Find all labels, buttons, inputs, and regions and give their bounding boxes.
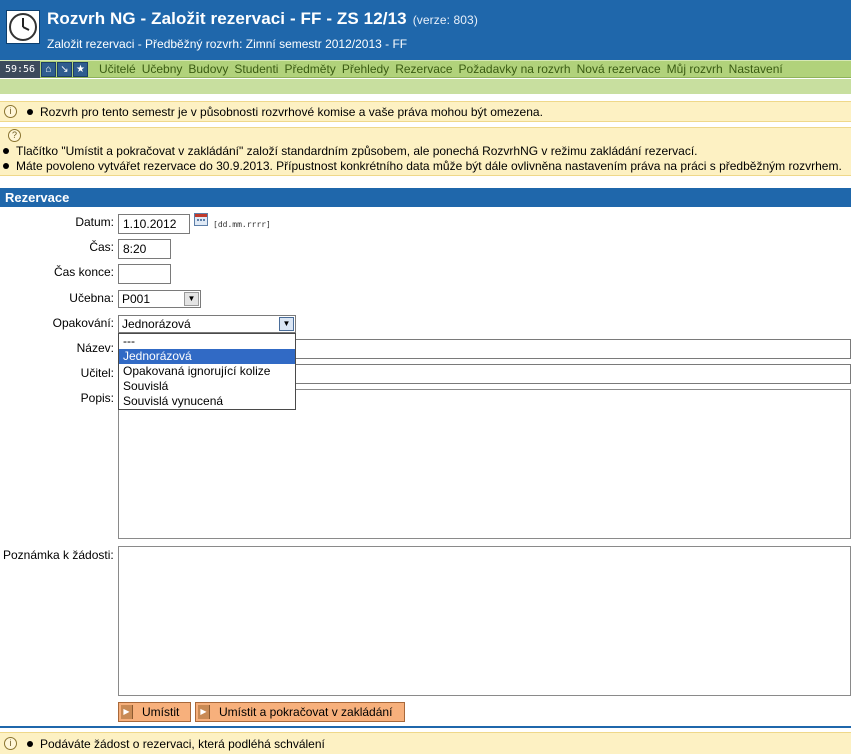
arrow-down-right-icon[interactable]: ↘ [57, 62, 72, 77]
star-icon[interactable]: ★ [73, 62, 88, 77]
bullet-icon [27, 108, 33, 115]
opakovani-select[interactable]: Jednorázová ▼ [118, 315, 296, 333]
opakovani-label: Opakování: [52, 316, 114, 330]
ucitel-label: Učitel: [80, 366, 114, 380]
dropdown-option-selected[interactable]: Jednorázová [119, 349, 295, 364]
cas-label: Čas: [89, 240, 114, 254]
menu-item-studenti[interactable]: Studenti [234, 61, 278, 78]
dropdown-option[interactable]: Souvislá [119, 379, 295, 394]
info-icon: i [4, 737, 17, 750]
popis-textarea[interactable] [118, 389, 851, 539]
menu-item-muj-rozvrh[interactable]: Můj rozvrh [667, 61, 723, 78]
date-format-hint: [dd.mm.rrrr] [213, 220, 271, 229]
place-continue-button-label: Umístit a pokračovat v zakládání [219, 705, 393, 719]
menu-item-nastaveni[interactable]: Nastavení [729, 61, 783, 78]
info-notice-row: Rozvrh pro tento semestr je v působnosti… [27, 105, 543, 119]
menu-item-ucebny[interactable]: Učebny [142, 61, 183, 78]
hint-text-2: Máte povoleno vytvářet rezervace do 30.9… [16, 159, 842, 173]
place-continue-button[interactable]: ▶ Umístit a pokračovat v zakládání [195, 702, 405, 722]
arrow-right-icon: ▶ [198, 705, 210, 719]
poznamka-textarea[interactable] [118, 546, 851, 696]
place-button-label: Umístit [142, 705, 180, 719]
arrow-right-icon: ▶ [121, 705, 133, 719]
menu-item-rezervace[interactable]: Rezervace [395, 61, 452, 78]
menu-item-ucitele[interactable]: Učitelé [99, 61, 136, 78]
bottom-notice: i Podáváte žádost o rezervaci, která pod… [0, 732, 851, 754]
help-icon: ? [8, 129, 21, 142]
app-title: Rozvrh NG - Založit rezervaci - FF - ZS … [47, 9, 478, 29]
nazev-label: Název: [76, 341, 114, 355]
info-icon: i [4, 105, 17, 118]
datum-label: Datum: [75, 215, 114, 229]
cas-input[interactable] [118, 239, 171, 259]
bottom-notice-text: Podáváte žádost o rezervaci, která podlé… [40, 737, 325, 751]
session-timer: 59:56 [0, 61, 40, 78]
hint-text-1: Tlačítko "Umístit a pokračovat v zakládá… [16, 144, 698, 158]
cas-konce-label: Čas konce: [53, 265, 114, 279]
chevron-down-icon[interactable]: ▼ [279, 317, 294, 331]
menu-item-prehledy[interactable]: Přehledy [342, 61, 389, 78]
hint-notice: ? Tlačítko "Umístit a pokračovat v zaklá… [0, 127, 851, 176]
dropdown-option[interactable]: --- [119, 334, 295, 349]
datum-input[interactable] [118, 214, 190, 234]
menu-item-nova-rezervace[interactable]: Nová rezervace [577, 61, 661, 78]
opakovani-select-value: Jednorázová [122, 317, 191, 331]
bottom-notice-row: Podáváte žádost o rezervaci, která podlé… [27, 737, 325, 751]
menu-items: Učitelé Učebny Budovy Studenti Předměty Přehl… [99, 61, 789, 78]
place-button[interactable]: ▶ Umístit [118, 702, 191, 722]
bullet-icon [3, 162, 9, 169]
clock-icon [6, 10, 40, 44]
cas-konce-input[interactable] [118, 264, 171, 284]
hint-row-1: Tlačítko "Umístit a pokračovat v zakládá… [3, 144, 698, 158]
info-notice-text: Rozvrh pro tento semestr je v působnosti… [40, 105, 543, 119]
opakovani-dropdown-list: --- Jednorázová Opakovaná ignorující kol… [118, 333, 296, 410]
app-header: Rozvrh NG - Založit rezervaci - FF - ZS … [0, 0, 851, 60]
hint-row-2: Máte povoleno vytvářet rezervace do 30.9… [3, 159, 842, 173]
divider [0, 726, 851, 728]
calendar-icon[interactable] [194, 213, 208, 226]
ucebna-label: Učebna: [69, 291, 114, 305]
chevron-down-icon[interactable]: ▼ [184, 292, 199, 306]
popis-label: Popis: [80, 391, 114, 405]
app-subtitle: Založit rezervaci - Předběžný rozvrh: Zi… [47, 37, 408, 51]
dropdown-option[interactable]: Opakovaná ignorující kolize [119, 364, 295, 379]
poznamka-label: Poznámka k žádosti: [3, 548, 114, 562]
bullet-icon [3, 147, 9, 154]
section-title: Rezervace [0, 188, 851, 207]
menu-item-budovy[interactable]: Budovy [188, 61, 228, 78]
home-icon[interactable]: ⌂ [41, 62, 56, 77]
app-version: (verze: 803) [412, 13, 478, 27]
info-notice: i Rozvrh pro tento semestr je v působnos… [0, 101, 851, 122]
main-menu: 59:56 ⌂ ↘ ★ Učitelé Učebny Budovy Studenti P… [0, 60, 851, 78]
app-title-text: Rozvrh NG - Založit rezervaci - FF - ZS … [47, 9, 407, 28]
ucebna-select-value: P001 [122, 292, 151, 306]
menu-item-predmety[interactable]: Předměty [284, 61, 335, 78]
menu-item-pozadavky[interactable]: Požadavky na rozvrh [459, 61, 571, 78]
ucebna-select[interactable]: P001 ▼ [118, 290, 201, 308]
submenu-bar [0, 79, 851, 94]
bullet-icon [27, 740, 33, 747]
dropdown-option[interactable]: Souvislá vynucená [119, 394, 295, 409]
